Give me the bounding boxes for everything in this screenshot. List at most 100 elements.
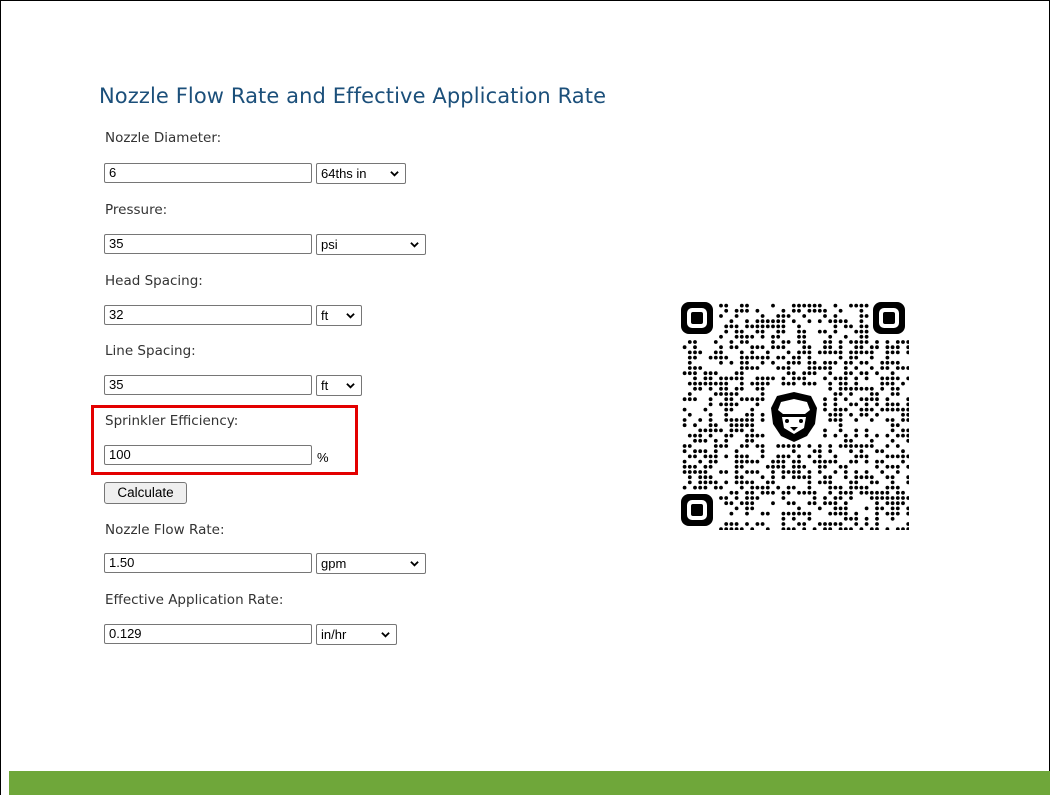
qr-module [901, 340, 905, 344]
qr-module [807, 366, 812, 370]
qr-module [854, 516, 859, 521]
qr-module [802, 376, 807, 381]
qr-module [708, 412, 713, 417]
nozzle-flow-rate-output[interactable]: 1.50 [104, 553, 312, 573]
qr-module [838, 381, 843, 386]
effective-application-rate-output[interactable]: 0.129 [104, 624, 312, 644]
qr-module [750, 412, 755, 417]
qr-module [854, 428, 859, 433]
qr-module [838, 386, 843, 391]
qr-module [859, 303, 864, 308]
qr-module [724, 480, 729, 485]
qr-module [781, 324, 786, 329]
qr-module [833, 433, 838, 438]
qr-module [760, 355, 765, 360]
qr-module [864, 314, 869, 318]
pressure-input[interactable]: 35 [104, 234, 312, 254]
qr-module [734, 454, 739, 459]
calculate-button[interactable]: Calculate [104, 482, 187, 504]
qr-module [828, 412, 833, 417]
qr-module [708, 371, 713, 376]
qr-module [687, 397, 692, 402]
qr-module [854, 350, 859, 355]
qr-module [693, 485, 697, 490]
qr-module [823, 464, 827, 469]
qr-module [838, 340, 843, 344]
qr-module [734, 418, 739, 422]
qr-module [765, 355, 770, 360]
qr-module [734, 371, 739, 376]
qr-module [823, 402, 827, 407]
qr-module [885, 350, 890, 355]
pressure-unit-select[interactable]: psi [316, 234, 426, 255]
qr-module [786, 454, 791, 459]
qr-module [713, 480, 718, 485]
qr-module [708, 428, 713, 433]
qr-module [906, 350, 909, 355]
qr-module [843, 501, 848, 506]
qr-module [906, 496, 909, 500]
head-spacing-input[interactable]: 32 [104, 305, 312, 325]
qr-module [745, 334, 749, 339]
qr-module [864, 397, 869, 402]
qr-module [713, 340, 718, 344]
qr-module [739, 371, 744, 376]
qr-module [703, 485, 708, 490]
qr-module [833, 329, 838, 334]
qr-module [687, 470, 692, 474]
qr-module [724, 470, 729, 474]
qr-module [859, 454, 864, 459]
qr-module [797, 376, 801, 381]
qr-module [786, 485, 791, 490]
qr-module [781, 454, 786, 459]
qr-module [833, 485, 838, 490]
qr-module [833, 376, 838, 381]
qr-module [745, 501, 749, 506]
qr-module [864, 522, 869, 526]
application-rate-unit-select[interactable]: in/hr [316, 624, 397, 645]
qr-module [745, 470, 749, 474]
qr-module [719, 428, 723, 433]
nozzle-diameter-unit-select[interactable]: 64ths in [316, 163, 406, 184]
qr-code-icon [681, 302, 909, 530]
qr-module [719, 496, 723, 500]
head-spacing-unit-select[interactable]: ft [316, 305, 362, 326]
qr-module [817, 454, 822, 459]
qr-module [771, 340, 775, 344]
qr-module [755, 355, 760, 360]
qr-module [828, 480, 833, 485]
qr-module [890, 475, 895, 480]
qr-module [729, 428, 734, 433]
qr-module [859, 475, 864, 480]
nozzle-diameter-input[interactable]: 6 [104, 163, 312, 183]
qr-module [750, 334, 755, 339]
qr-module [864, 334, 869, 339]
qr-module [838, 511, 843, 516]
qr-module [750, 501, 755, 506]
qr-module [776, 459, 781, 464]
qr-module [849, 412, 853, 417]
line-spacing-input[interactable]: 35 [104, 375, 312, 395]
qr-module [750, 527, 755, 530]
qr-module [734, 345, 739, 350]
qr-module [854, 454, 859, 459]
qr-module [781, 319, 786, 324]
qr-module [729, 423, 734, 428]
qr-module [698, 386, 703, 391]
qr-module [802, 527, 807, 530]
qr-module [719, 376, 723, 381]
qr-module [698, 438, 703, 443]
qr-module [906, 438, 909, 443]
qr-module [745, 308, 749, 313]
qr-module [745, 433, 749, 438]
qr-module [817, 470, 822, 474]
flow-rate-unit-select[interactable]: gpm [316, 553, 426, 574]
line-spacing-unit-select[interactable]: ft [316, 375, 362, 396]
sprinkler-efficiency-input[interactable]: 100 [104, 445, 312, 465]
qr-module [755, 376, 760, 381]
qr-module [724, 308, 729, 313]
qr-module [895, 350, 900, 355]
qr-module [817, 449, 822, 454]
qr-module [755, 444, 760, 448]
qr-module [713, 449, 718, 454]
